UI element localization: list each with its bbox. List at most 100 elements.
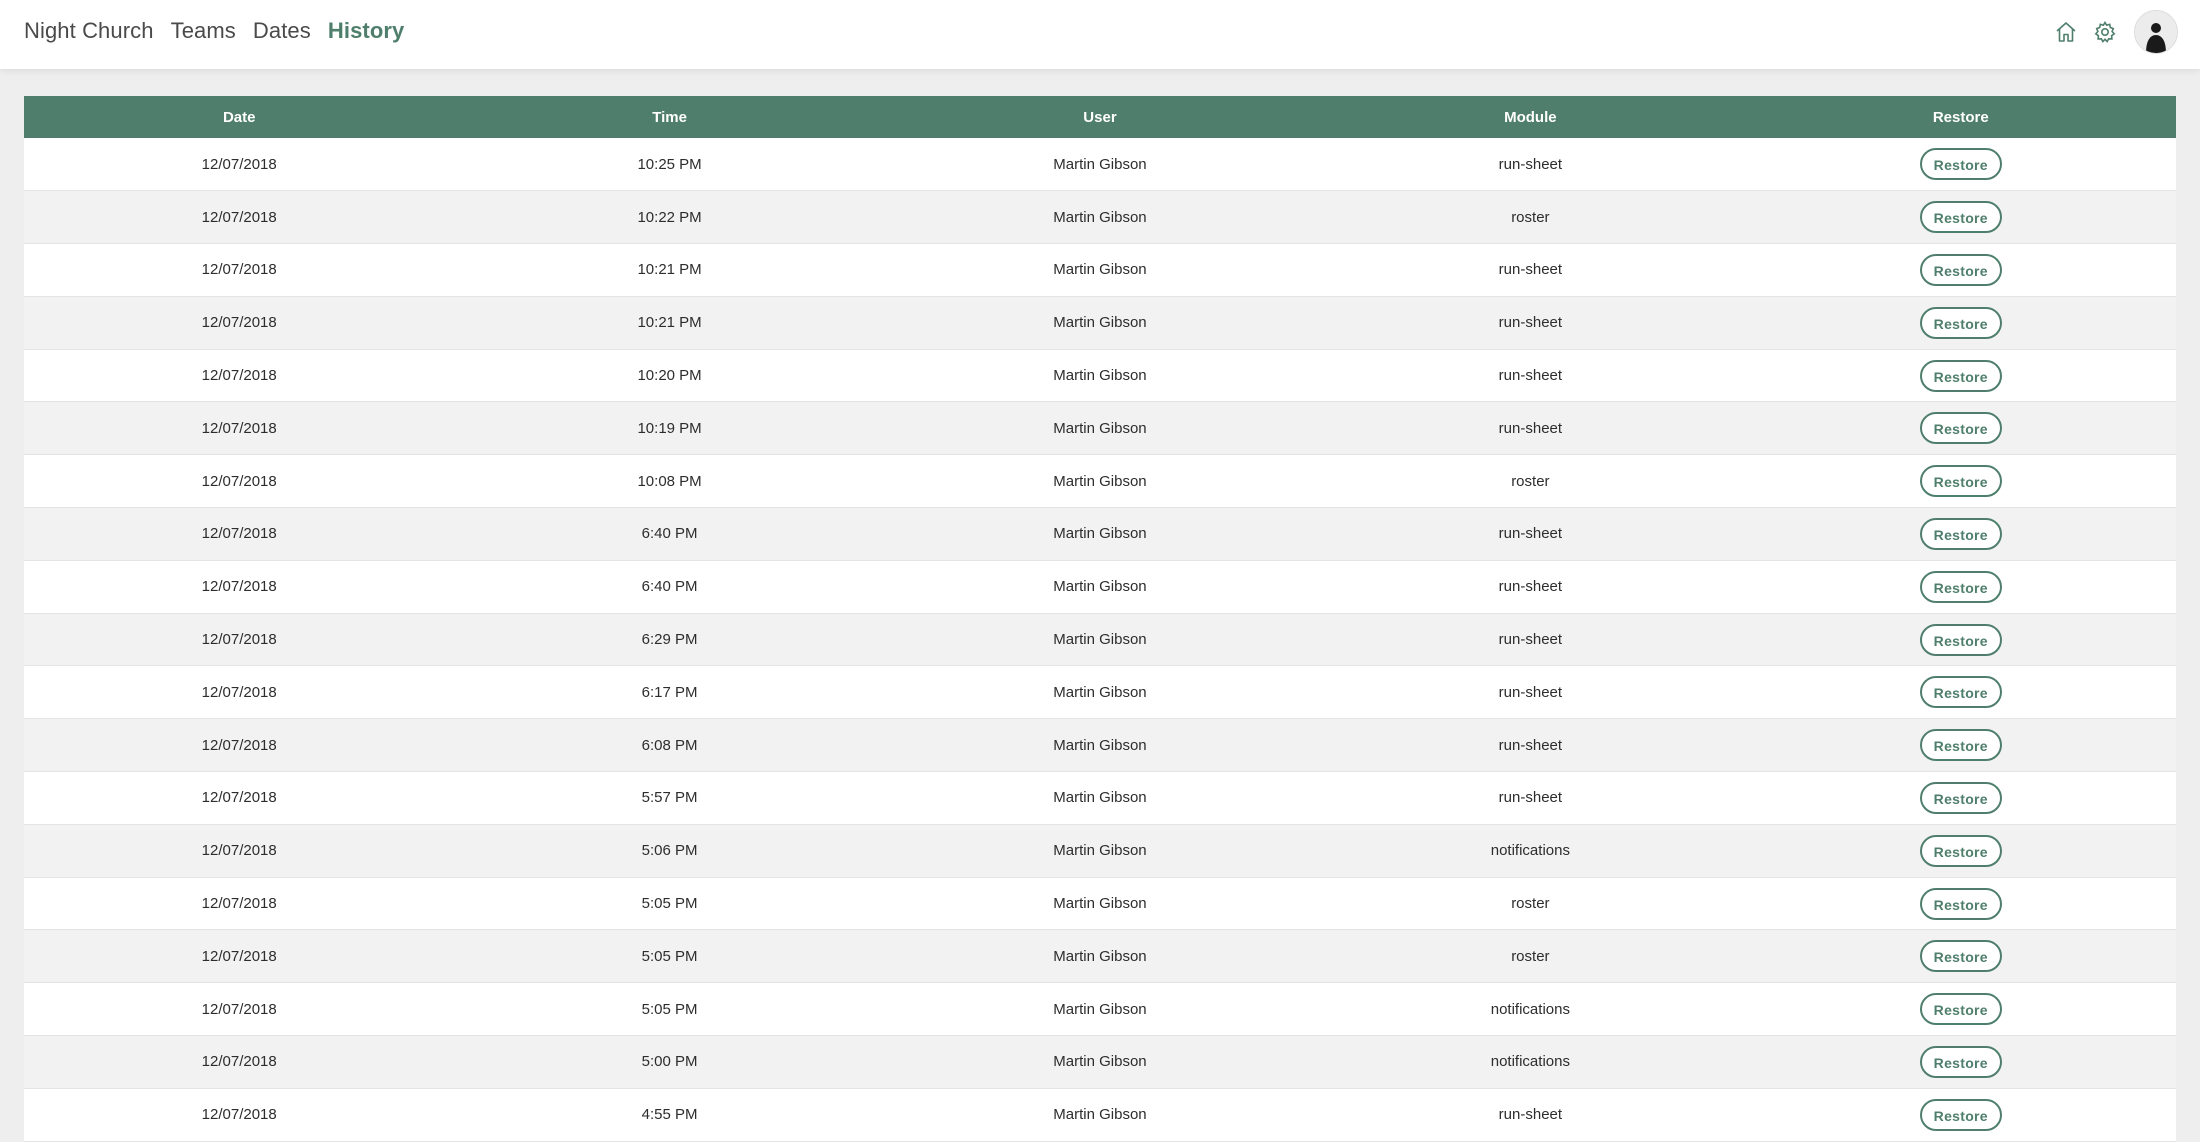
restore-cell: Restore bbox=[1746, 666, 2176, 719]
date-cell: 12/07/2018 bbox=[201, 314, 277, 332]
history-content: Date Time User Module Restore 12/07/2018… bbox=[24, 96, 2176, 1142]
restore-button[interactable]: Restore bbox=[1919, 517, 2002, 550]
user-cell: Martin Gibson bbox=[1053, 208, 1147, 226]
restore-cell: Restore bbox=[1746, 1088, 2176, 1141]
date-cell: 12/07/2018 bbox=[201, 578, 277, 596]
table-row: 12/07/2018 10:21 PM Martin Gibson run-sheet… bbox=[24, 296, 2176, 350]
table-row: 12/07/2018 6:08 PM Martin Gibson run-sheet R… bbox=[24, 718, 2176, 772]
module-cell: run-sheet bbox=[1498, 314, 1563, 332]
time-cell: 5:05 PM bbox=[641, 895, 698, 913]
restore-button[interactable]: Restore bbox=[1919, 465, 2002, 498]
table-row: 12/07/2018 5:05 PM Martin Gibson roster Rest… bbox=[24, 929, 2176, 983]
user-cell: Martin Gibson bbox=[1053, 1000, 1147, 1018]
time-cell: 10:19 PM bbox=[637, 419, 702, 437]
table-row: 12/07/2018 10:19 PM Martin Gibson run-sheet… bbox=[24, 401, 2176, 455]
home-icon[interactable] bbox=[2051, 17, 2081, 47]
time-cell: 10:25 PM bbox=[637, 155, 702, 173]
restore-cell: Restore bbox=[1746, 772, 2176, 825]
nav-item-dates[interactable]: Dates bbox=[253, 18, 311, 44]
date-cell: 12/07/2018 bbox=[201, 631, 277, 649]
date-cell: 12/07/2018 bbox=[201, 1106, 277, 1124]
restore-button[interactable]: Restore bbox=[1919, 729, 2002, 762]
restore-button[interactable]: Restore bbox=[1919, 306, 2002, 339]
time-cell: 5:05 PM bbox=[641, 1000, 698, 1018]
date-cell: 12/07/2018 bbox=[201, 208, 277, 226]
time-cell: 10:22 PM bbox=[637, 208, 702, 226]
date-cell: 12/07/2018 bbox=[201, 155, 277, 173]
table-row: 12/07/2018 5:57 PM Martin Gibson run-sheet R… bbox=[24, 771, 2176, 825]
restore-button[interactable]: Restore bbox=[1919, 887, 2002, 920]
restore-button[interactable]: Restore bbox=[1919, 993, 2002, 1026]
module-cell: notifications bbox=[1490, 1053, 1570, 1071]
column-header-module: Module bbox=[1504, 108, 1557, 126]
user-cell: Martin Gibson bbox=[1053, 314, 1147, 332]
date-cell: 12/07/2018 bbox=[201, 472, 277, 490]
user-cell: Martin Gibson bbox=[1053, 683, 1147, 701]
date-cell: 12/07/2018 bbox=[201, 842, 277, 860]
table-row: 12/07/2018 5:05 PM Martin Gibson notificati… bbox=[24, 982, 2176, 1036]
module-cell: run-sheet bbox=[1498, 631, 1563, 649]
user-cell: Martin Gibson bbox=[1053, 1106, 1147, 1124]
user-cell: Martin Gibson bbox=[1053, 895, 1147, 913]
restore-button[interactable]: Restore bbox=[1919, 1045, 2002, 1078]
nav-item-night-church[interactable]: Night Church bbox=[24, 18, 154, 44]
time-cell: 5:57 PM bbox=[641, 789, 698, 807]
restore-button[interactable]: Restore bbox=[1919, 570, 2002, 603]
user-cell: Martin Gibson bbox=[1053, 419, 1147, 437]
column-header-time: Time bbox=[652, 108, 687, 126]
date-cell: 12/07/2018 bbox=[201, 736, 277, 754]
module-cell: run-sheet bbox=[1498, 789, 1563, 807]
restore-button[interactable]: Restore bbox=[1919, 148, 2002, 181]
module-cell: run-sheet bbox=[1498, 155, 1563, 173]
gear-icon[interactable] bbox=[2090, 17, 2120, 47]
module-cell: roster bbox=[1511, 208, 1550, 226]
user-cell: Martin Gibson bbox=[1053, 261, 1147, 279]
table-row: 12/07/2018 10:21 PM Martin Gibson run-sheet… bbox=[24, 243, 2176, 297]
restore-button[interactable]: Restore bbox=[1919, 201, 2002, 234]
date-cell: 12/07/2018 bbox=[201, 367, 277, 385]
user-cell: Martin Gibson bbox=[1053, 367, 1147, 385]
restore-cell: Restore bbox=[1746, 983, 2176, 1036]
module-cell: run-sheet bbox=[1498, 367, 1563, 385]
module-cell: roster bbox=[1511, 895, 1550, 913]
restore-button[interactable]: Restore bbox=[1919, 359, 2002, 392]
restore-button[interactable]: Restore bbox=[1919, 253, 2002, 286]
table-row: 12/07/2018 10:20 PM Martin Gibson run-sheet… bbox=[24, 349, 2176, 402]
header-actions bbox=[2042, 10, 2178, 54]
user-cell: Martin Gibson bbox=[1053, 1053, 1147, 1071]
restore-button[interactable]: Restore bbox=[1919, 412, 2002, 445]
restore-button[interactable]: Restore bbox=[1919, 676, 2002, 709]
user-cell: Martin Gibson bbox=[1053, 842, 1147, 860]
module-cell: notifications bbox=[1490, 1000, 1570, 1018]
restore-button[interactable]: Restore bbox=[1919, 623, 2002, 656]
module-cell: run-sheet bbox=[1498, 736, 1563, 754]
nav-item-history[interactable]: History bbox=[328, 18, 405, 44]
restore-button[interactable]: Restore bbox=[1919, 940, 2002, 973]
time-cell: 4:55 PM bbox=[641, 1106, 698, 1124]
user-cell: Martin Gibson bbox=[1053, 155, 1147, 173]
date-cell: 12/07/2018 bbox=[201, 789, 277, 807]
restore-cell: Restore bbox=[1746, 296, 2176, 349]
restore-button[interactable]: Restore bbox=[1919, 781, 2002, 814]
restore-cell: Restore bbox=[1746, 719, 2176, 772]
restore-cell: Restore bbox=[1746, 1036, 2176, 1089]
top-navigation-bar: Night Church Teams Dates History bbox=[0, 0, 2200, 69]
table-row: 12/07/2018 6:17 PM Martin Gibson run-sheet R… bbox=[24, 665, 2176, 719]
history-table-body: 12/07/2018 10:25 PM Martin Gibson run-sheet… bbox=[24, 138, 2176, 1142]
restore-cell: Restore bbox=[1746, 455, 2176, 508]
time-cell: 6:29 PM bbox=[641, 631, 698, 649]
avatar[interactable] bbox=[2134, 10, 2178, 54]
time-cell: 5:06 PM bbox=[641, 842, 698, 860]
date-cell: 12/07/2018 bbox=[201, 895, 277, 913]
user-cell: Martin Gibson bbox=[1053, 472, 1147, 490]
table-row: 12/07/2018 5:06 PM Martin Gibson notificati… bbox=[24, 824, 2176, 878]
table-row: 12/07/2018 6:29 PM Martin Gibson run-sheet R… bbox=[24, 613, 2176, 666]
restore-button[interactable]: Restore bbox=[1919, 834, 2002, 867]
date-cell: 12/07/2018 bbox=[201, 525, 277, 543]
restore-cell: Restore bbox=[1746, 613, 2176, 666]
module-cell: run-sheet bbox=[1498, 261, 1563, 279]
restore-button[interactable]: Restore bbox=[1919, 1098, 2002, 1131]
nav-item-teams[interactable]: Teams bbox=[171, 18, 236, 44]
user-cell: Martin Gibson bbox=[1053, 947, 1147, 965]
date-cell: 12/07/2018 bbox=[201, 947, 277, 965]
